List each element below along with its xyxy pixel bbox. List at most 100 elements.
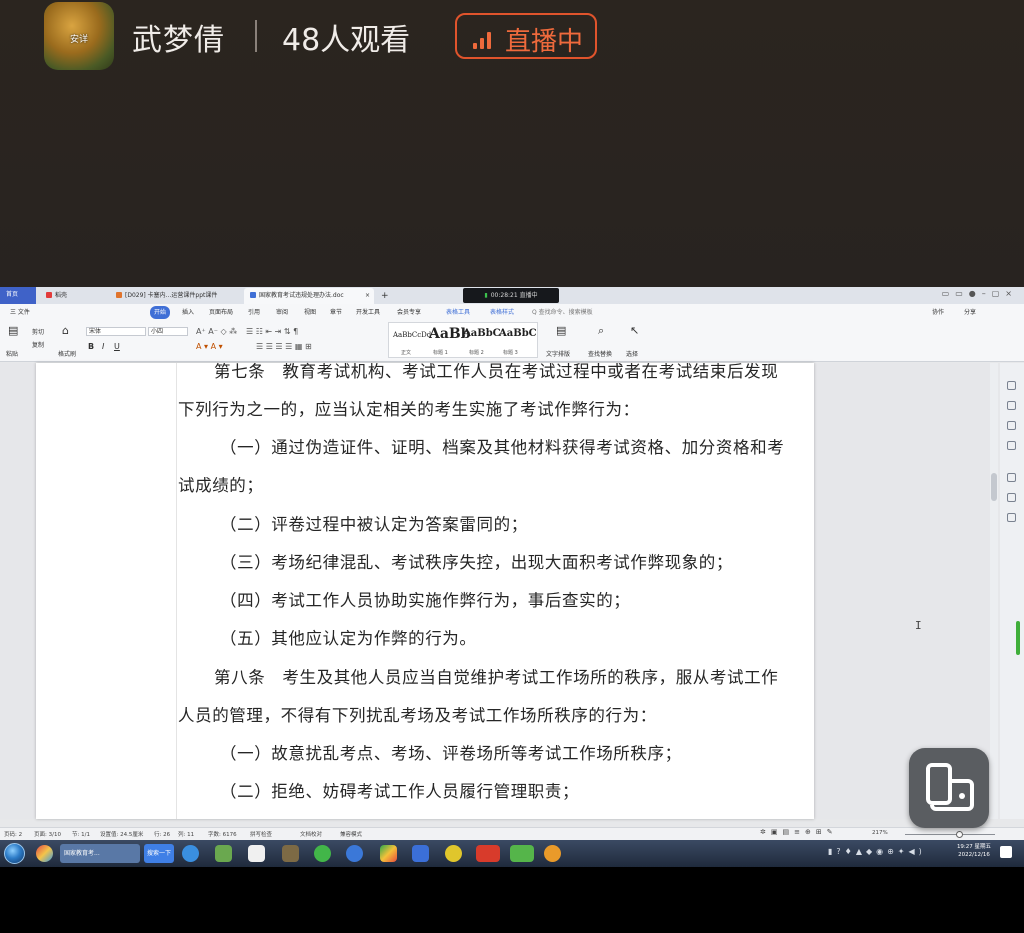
doc-line[interactable]: 第七条 教育考试机构、考试工作人员在考试过程中或者在考试结束后发现 — [214, 358, 778, 382]
highlight-icon[interactable]: A ▾ A ▾ — [196, 342, 223, 351]
style-h2-sample[interactable]: AaBbC — [463, 328, 501, 350]
wechat-icon[interactable] — [510, 845, 534, 862]
menu-insert[interactable]: 插入 — [178, 306, 198, 319]
sogou-icon[interactable] — [346, 845, 363, 862]
menu-table-style[interactable]: 表格样式 — [486, 306, 518, 319]
taskbar-window-button[interactable]: 国家教育考... — [60, 844, 140, 863]
new-tab-button[interactable]: + — [378, 288, 392, 304]
text-layout-label[interactable]: 文字排版 — [546, 349, 570, 358]
doc-line[interactable]: 第八条 考生及其他人员应当自觉维护考试工作场所的秩序，服从考试工作 — [214, 664, 778, 688]
find-replace-label[interactable]: 查找替换 — [588, 349, 612, 358]
scrollbar-thumb[interactable] — [991, 473, 997, 501]
tab-doc-active[interactable]: 国家教育考试违规处理办法.doc × — [244, 288, 374, 304]
side-tool-icon[interactable] — [1007, 513, 1016, 522]
cut-button[interactable]: 剪切 — [32, 327, 44, 336]
copy-button[interactable]: 复制 — [32, 340, 44, 349]
side-tool-icon[interactable] — [1007, 493, 1016, 502]
side-tool-icon[interactable] — [1007, 473, 1016, 482]
doc-line[interactable]: 人员的管理，不得有下列扰乱考场及考试工作场所秩序的行为： — [178, 702, 657, 726]
paste-icon[interactable]: ▤ — [8, 324, 18, 337]
media-player-icon[interactable] — [380, 845, 397, 862]
doc-line[interactable]: （二）评卷过程中被认定为答案雷同的； — [220, 511, 528, 535]
doc-line[interactable]: （三）考场纪律混乱、考试秩序失控，出现大面积考试作弊现象的； — [220, 549, 733, 573]
menu-member[interactable]: 会员专享 — [393, 306, 425, 319]
paste-label[interactable]: 粘贴 — [6, 349, 18, 358]
status-spellcheck[interactable]: 拼写检查 — [250, 830, 272, 838]
doc-line[interactable]: （一）故意扰乱考点、考场、评卷场所等考试工作场所秩序； — [220, 740, 682, 764]
menu-home[interactable]: 开始 — [150, 306, 171, 319]
font-size-select[interactable]: 小四 — [148, 327, 188, 336]
app-icon[interactable] — [412, 845, 429, 862]
host-name[interactable]: 武梦倩 — [132, 15, 225, 59]
taskbar-search-button[interactable]: 搜索一下 — [144, 844, 174, 863]
screen-rotate-button[interactable] — [909, 748, 989, 828]
style-normal-sample[interactable]: AaBbCcDd — [393, 331, 431, 353]
file-icon[interactable] — [248, 845, 265, 862]
command-search[interactable]: Q 查找命令、搜索模板 — [528, 306, 597, 319]
status-proofread[interactable]: 文档校对 — [300, 830, 322, 838]
taskbar-clock[interactable]: 19:27 星期五 2022/12/16 — [952, 843, 996, 859]
window-controls[interactable]: ▭▭●–▢× — [942, 289, 1018, 298]
align-icons[interactable]: ☰ ☰ ☰ ☰ ▦ ⊞ — [256, 342, 312, 351]
app-icon[interactable] — [445, 845, 462, 862]
browser-360-icon[interactable] — [314, 845, 331, 862]
app-icon[interactable] — [544, 845, 561, 862]
doc-line[interactable]: （四）考试工作人员协助实施作弊行为，事后查实的； — [220, 587, 630, 611]
font-name-select[interactable]: 宋体 — [86, 327, 146, 336]
menu-file[interactable]: 三 文件 — [6, 306, 34, 319]
app-icon[interactable] — [282, 845, 299, 862]
menu-view[interactable]: 视图 — [300, 306, 320, 319]
menu-table-tools[interactable]: 表格工具 — [442, 306, 474, 319]
host-avatar[interactable]: 安详 — [44, 2, 114, 70]
menu-references[interactable]: 引用 — [244, 306, 264, 319]
select-cursor-icon[interactable]: ↖ — [630, 324, 639, 337]
vertical-scrollbar[interactable] — [990, 363, 998, 819]
text-layout-icon[interactable]: ▤ — [556, 324, 566, 337]
app-icon[interactable] — [215, 845, 232, 862]
side-tool-icon[interactable] — [1007, 421, 1016, 430]
zoom-slider-knob[interactable] — [956, 831, 963, 838]
close-tab-icon[interactable]: × — [365, 288, 370, 304]
collab-button[interactable]: 协作 — [928, 306, 948, 319]
italic-button[interactable]: I — [102, 342, 104, 351]
doc-line[interactable]: 下列行为之一的，应当认定相关的考生实施了考试作弊行为： — [178, 396, 640, 420]
status-pages[interactable]: 页面: 3/10 — [34, 830, 61, 838]
font-grow-icon[interactable]: A⁺ A⁻ ◇ ⁂ — [196, 327, 237, 336]
tab-ppt[interactable]: [D029] 卡塞内...运营课件ppt课件 — [110, 288, 240, 304]
browser-icon[interactable] — [36, 845, 53, 862]
system-tray[interactable]: ▮?♦▲◆◉⊕✦◀) — [828, 847, 926, 856]
live-status-badge[interactable]: 直播中 — [455, 13, 597, 59]
ie-icon[interactable] — [182, 845, 199, 862]
doc-line[interactable]: （五）其他应认定为作弊的行为。 — [220, 625, 477, 649]
menu-review[interactable]: 审阅 — [272, 306, 292, 319]
view-mode-icons[interactable]: ✲▣▤≡⊕⊞✎ — [760, 828, 838, 836]
find-replace-icon[interactable]: ⌕ — [598, 324, 604, 338]
menu-developer[interactable]: 开发工具 — [352, 306, 384, 319]
wps-icon[interactable] — [476, 845, 500, 862]
select-label[interactable]: 选择 — [626, 349, 638, 358]
tab-docer[interactable]: 稻壳 — [40, 288, 108, 304]
menu-layout[interactable]: 页面布局 — [205, 306, 237, 319]
style-h3-sample[interactable]: AaBbC — [499, 328, 537, 350]
doc-line[interactable]: （一）通过伪造证件、证明、档案及其他材料获得考试资格、加分资格和考 — [220, 434, 784, 458]
tab-home[interactable]: 首页 — [0, 287, 36, 304]
share-button[interactable]: 分享 — [960, 306, 980, 319]
underline-button[interactable]: U — [114, 342, 120, 351]
bold-button[interactable]: B — [88, 342, 94, 351]
format-painter-icon[interactable]: ⌂ — [62, 324, 69, 337]
list-icons[interactable]: ☰ ☷ ⇤ ⇥ ⇅ ¶ — [246, 327, 298, 336]
notification-icon[interactable] — [1000, 846, 1012, 858]
start-button[interactable] — [4, 843, 25, 864]
format-painter-label[interactable]: 格式刷 — [58, 349, 76, 358]
zoom-slider[interactable] — [905, 834, 995, 835]
doc-line[interactable]: 试成绩的； — [178, 472, 264, 496]
side-tool-icon[interactable] — [1007, 441, 1016, 450]
zoom-level[interactable]: 217% — [872, 830, 888, 836]
menu-chapter[interactable]: 章节 — [326, 306, 346, 319]
document-page[interactable]: 第七条 教育考试机构、考试工作人员在考试过程中或者在考试结束后发现 下列行为之一… — [36, 362, 814, 819]
status-compat[interactable]: 兼容模式 — [340, 830, 362, 838]
side-tool-icon[interactable] — [1007, 381, 1016, 390]
status-wordcount[interactable]: 字数: 6176 — [208, 830, 237, 838]
styles-gallery[interactable]: AaBbCcDd AaBb AaBbC AaBbC 正文 标题 1 标题 2 标… — [388, 322, 538, 358]
side-tool-icon[interactable] — [1007, 401, 1016, 410]
